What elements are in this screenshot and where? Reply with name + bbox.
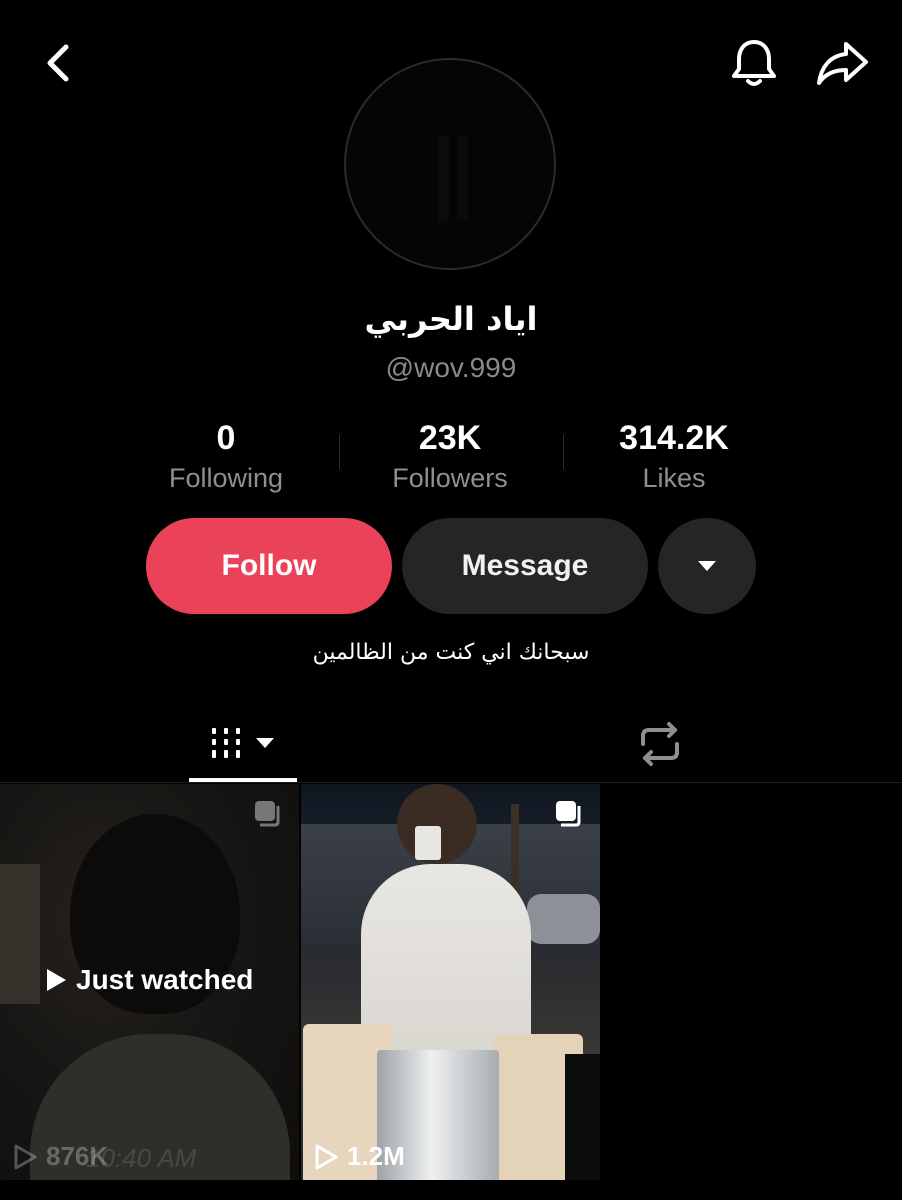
play-outline-icon (14, 1144, 37, 1169)
view-count-value: 1.2M (347, 1141, 405, 1171)
caret-down-icon (698, 561, 716, 571)
video-thumbnail-cup (415, 826, 441, 860)
bio: سبحانك اني كنت من الظالمين (312, 640, 590, 665)
video-thumbnail-shadow (565, 1054, 600, 1180)
followers-count: 23K (418, 419, 482, 457)
play-icon (47, 969, 66, 991)
likes-label: Likes (642, 463, 706, 493)
share-arrow-icon (817, 42, 868, 85)
video-tile[interactable]: Just watched 10:40 AM 876K (0, 784, 299, 1180)
video-thumbnail-car (527, 894, 600, 944)
view-count: 876K (12, 1141, 108, 1172)
follow-button[interactable]: Follow (146, 518, 392, 614)
multi-image-icon (255, 801, 280, 827)
notifications-button[interactable] (722, 33, 786, 93)
stat-likes: 314.2K Likes (564, 418, 784, 496)
tab-reposts[interactable] (600, 708, 720, 780)
back-button[interactable] (30, 35, 86, 91)
just-watched-badge: Just watched (44, 964, 253, 996)
play-outline-icon (315, 1144, 338, 1169)
more-options-button[interactable] (658, 518, 756, 614)
following-label: Following (168, 463, 284, 493)
grid-dropdown-icon (212, 728, 274, 758)
share-button[interactable] (810, 33, 874, 93)
repost-icon (641, 722, 679, 766)
just-watched-label: Just watched (76, 964, 254, 995)
bell-icon (732, 40, 776, 86)
chevron-left-icon (47, 44, 69, 82)
view-count-value: 876K (46, 1141, 109, 1171)
tab-videos[interactable] (188, 708, 298, 780)
message-button[interactable]: Message (402, 518, 648, 614)
avatar[interactable]: || (344, 58, 556, 270)
avatar-logo-icon: || (430, 121, 475, 221)
view-count: 1.2M (313, 1141, 405, 1172)
display-name: اياد الحربي (364, 300, 538, 338)
stat-followers[interactable]: 23K Followers (340, 418, 560, 496)
video-tile[interactable]: 1.2M (301, 784, 600, 1180)
tab-divider (0, 782, 902, 783)
multi-image-icon (556, 801, 581, 827)
following-count: 0 (216, 419, 236, 457)
likes-count: 314.2K (619, 419, 729, 457)
followers-label: Followers (392, 463, 508, 493)
stat-following[interactable]: 0 Following (116, 418, 336, 496)
username: @wov.999 (385, 352, 517, 383)
